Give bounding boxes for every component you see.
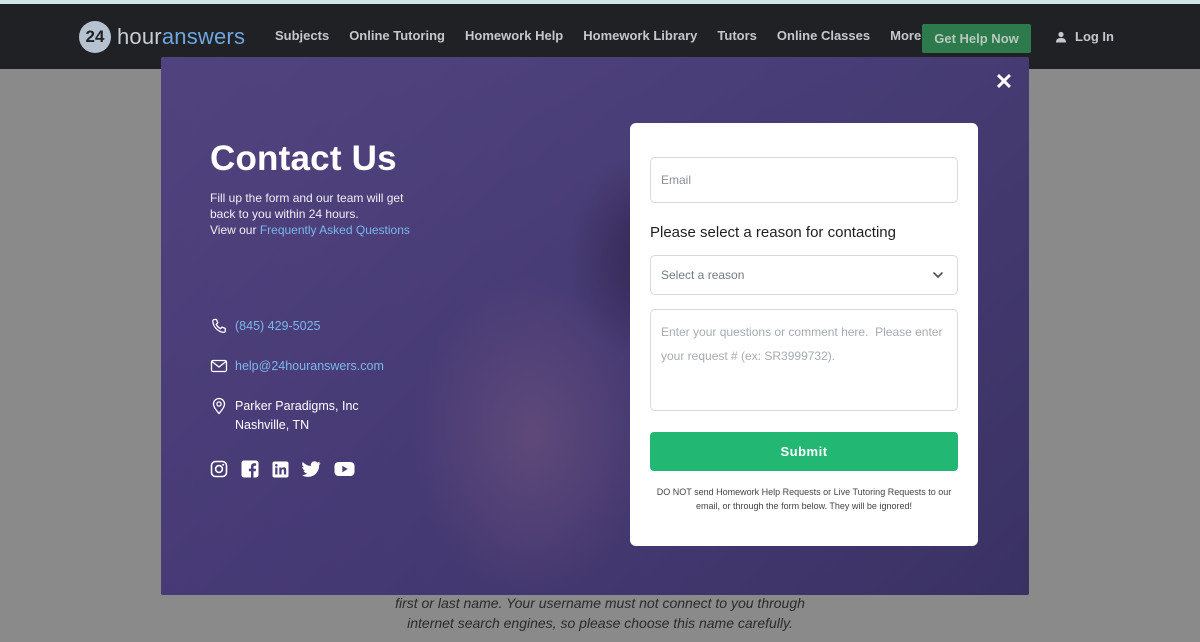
address-text: Parker Paradigms, Inc Nashville, TN (235, 397, 359, 435)
lead-line-3: View our Frequently Asked Questions (210, 222, 470, 238)
email-field[interactable] (650, 157, 958, 203)
reason-select-value: Select a reason (661, 268, 745, 282)
user-icon (1056, 31, 1066, 42)
social-links (210, 460, 355, 478)
mail-icon (210, 359, 228, 373)
logo-badge: 24 (79, 21, 111, 53)
address-line-1: Parker Paradigms, Inc (235, 399, 359, 413)
background-text-line-2: internet search engines, so please choos… (407, 615, 793, 631)
login-label: Log In (1075, 29, 1114, 44)
logo-word-hour: hour (117, 24, 162, 49)
background-text-line-1: first or last name. Your username must n… (395, 595, 805, 611)
linkedin-icon[interactable] (272, 461, 289, 478)
chevron-down-icon (933, 272, 943, 279)
reason-label: Please select a reason for contacting (650, 224, 896, 241)
location-pin-icon (212, 397, 226, 415)
nav-more-label: More (890, 28, 922, 43)
get-help-now-button[interactable]: Get Help Now (922, 24, 1031, 53)
contact-modal: ✕ Contact Us Fill up the form and our te… (161, 57, 1029, 595)
email-link[interactable]: help@24houranswers.com (235, 357, 384, 376)
background-instructions: first or last name. Your username must n… (340, 593, 860, 633)
twitter-icon[interactable] (302, 461, 321, 477)
modal-title: Contact Us (210, 139, 397, 178)
phone-icon (212, 318, 226, 334)
nav-homework-help[interactable]: Homework Help (465, 28, 563, 43)
phone-row: (845) 429-5025 (210, 317, 320, 336)
nav-subjects[interactable]: Subjects (275, 28, 329, 43)
lead-line-1: Fill up the form and our team will get (210, 191, 404, 205)
lead-line-2: back to you within 24 hours. (210, 207, 359, 221)
modal-lead: Fill up the form and our team will get b… (210, 190, 470, 238)
nav-online-classes[interactable]: Online Classes (777, 28, 870, 43)
phone-link[interactable]: (845) 429-5025 (235, 317, 320, 336)
nav-online-tutoring[interactable]: Online Tutoring (349, 28, 445, 43)
contact-form: Please select a reason for contacting Se… (630, 123, 978, 546)
form-disclaimer: DO NOT send Homework Help Requests or Li… (656, 487, 952, 511)
logo-wordmark: houranswers (117, 24, 245, 50)
facebook-icon[interactable] (241, 460, 259, 478)
address-row: Parker Paradigms, Inc Nashville, TN (210, 397, 359, 435)
address-line-2: Nashville, TN (235, 418, 310, 432)
nav-tutors[interactable]: Tutors (717, 28, 756, 43)
contact-info: Contact Us Fill up the form and our team… (210, 137, 470, 478)
faq-link[interactable]: Frequently Asked Questions (260, 223, 410, 237)
instagram-icon[interactable] (210, 460, 228, 478)
email-row: help@24houranswers.com (210, 357, 384, 376)
nav-homework-library[interactable]: Homework Library (583, 28, 697, 43)
logo-word-answers: answers (161, 24, 246, 49)
comment-textarea[interactable] (650, 309, 958, 411)
youtube-icon[interactable] (334, 461, 355, 477)
login-link[interactable]: Log In (1055, 29, 1114, 44)
lead-line-3-prefix: View our (210, 223, 260, 237)
close-icon[interactable]: ✕ (993, 71, 1015, 93)
main-nav: Subjects Online Tutoring Homework Help H… (275, 28, 935, 43)
reason-select[interactable]: Select a reason (650, 255, 958, 295)
submit-button[interactable]: Submit (650, 432, 958, 471)
site-logo[interactable]: 24 houranswers (79, 21, 245, 53)
